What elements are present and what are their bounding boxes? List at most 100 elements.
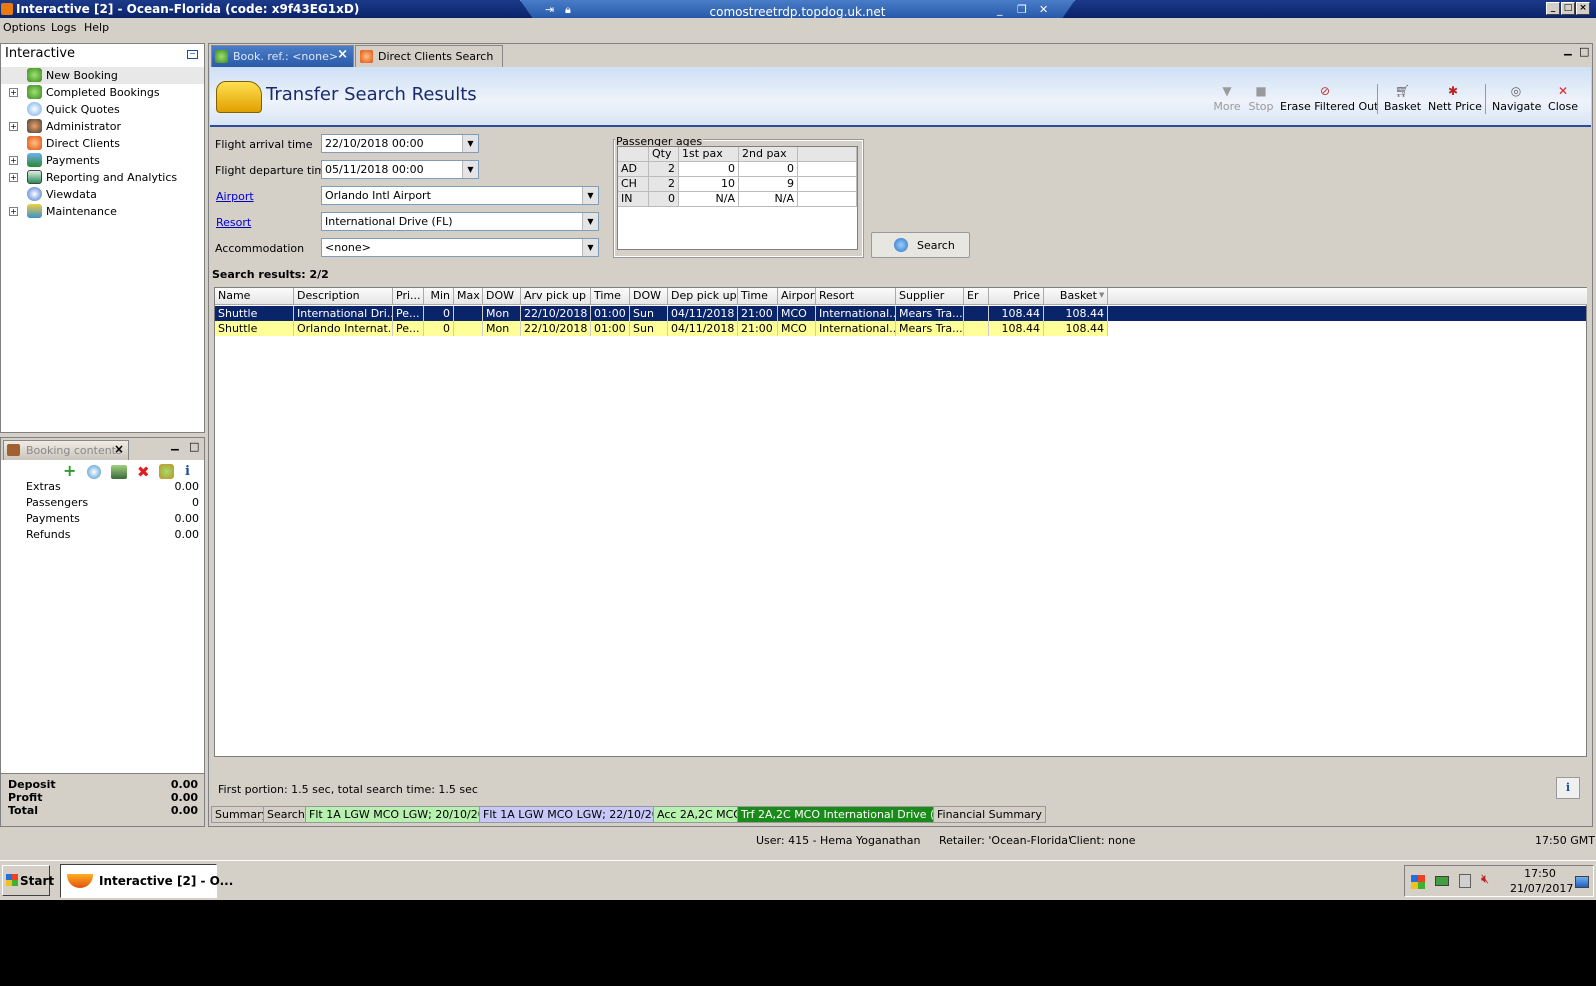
minimize-main-icon[interactable]: ▁ xyxy=(1564,45,1572,56)
col-min[interactable]: Min xyxy=(424,288,454,305)
nav-item-completed-bookings[interactable]: + Completed Bookings xyxy=(1,84,204,101)
device-icon[interactable] xyxy=(1459,874,1471,888)
expand-icon[interactable]: + xyxy=(9,88,18,97)
pax-age-cell[interactable]: N/A xyxy=(739,192,798,207)
add-icon[interactable]: + xyxy=(63,463,76,479)
rdp-restore-button[interactable]: ❐ xyxy=(1017,3,1027,16)
airport-select[interactable]: Orlando Intl Airport ▼ xyxy=(321,186,599,205)
col-time[interactable]: Time xyxy=(591,288,630,305)
pax-age-cell[interactable]: 9 xyxy=(739,177,798,192)
chevron-down-icon[interactable]: ▼ xyxy=(462,135,478,152)
tab-booking-ref[interactable]: Book. ref.: <none> × xyxy=(211,45,354,67)
bottom-tab-accommodation[interactable]: Acc 2A,2C MCO xyxy=(653,806,746,823)
chevron-down-icon[interactable]: ▼ xyxy=(462,161,478,178)
flag-icon[interactable] xyxy=(1411,875,1425,889)
results-grid[interactable]: Name Description Pri... Min Max DOW Arv … xyxy=(214,287,1587,757)
col-dow2[interactable]: DOW xyxy=(630,288,668,305)
close-button[interactable]: ✕ Close xyxy=(1546,84,1580,113)
nett-price-button[interactable]: ✱ Nett Price xyxy=(1428,84,1482,113)
collapse-panel-button[interactable]: − xyxy=(187,50,198,59)
nav-item-new-booking[interactable]: New Booking xyxy=(1,67,204,84)
maximize-panel-icon[interactable]: □ xyxy=(189,440,199,453)
info-button[interactable]: i xyxy=(1556,777,1580,799)
show-desktop-icon[interactable] xyxy=(1575,876,1589,888)
col-time2[interactable]: Time xyxy=(738,288,778,305)
pax-age-cell[interactable]: 0 xyxy=(679,162,739,177)
nav-item-direct-clients[interactable]: Direct Clients xyxy=(1,135,204,152)
nav-item-maintenance[interactable]: + Maintenance xyxy=(1,203,204,220)
bottom-tab-search[interactable]: Search xyxy=(263,806,309,823)
search-button[interactable]: Search xyxy=(871,232,970,258)
col-dep-pickup[interactable]: Dep pick up xyxy=(668,288,738,305)
accommodation-select[interactable]: <none> ▼ xyxy=(321,238,599,257)
col-er[interactable]: Er xyxy=(964,288,989,305)
pax-age-cell[interactable]: N/A xyxy=(679,192,739,207)
col-price-type[interactable]: Pri... xyxy=(393,288,424,305)
bottom-tab-transfer[interactable]: Trf 2A,2C MCO International Drive (FL) xyxy=(737,806,956,823)
tab-direct-clients-search[interactable]: Direct Clients Search xyxy=(355,45,503,67)
col-description[interactable]: Description xyxy=(294,288,393,305)
stop-button[interactable]: ■ Stop xyxy=(1246,84,1276,113)
pax-qty-cell[interactable]: 0 xyxy=(649,192,679,207)
arrival-datetime-field[interactable]: 22/10/2018 00:00 ▼ xyxy=(321,134,479,153)
bottom-tab-financial-summary[interactable]: Financial Summary xyxy=(933,806,1046,823)
nav-item-viewdata[interactable]: Viewdata xyxy=(1,186,204,203)
col-airport[interactable]: Airport xyxy=(778,288,816,305)
navigate-button[interactable]: ◎ Navigate xyxy=(1492,84,1541,113)
chevron-down-icon[interactable]: ▼ xyxy=(582,187,598,204)
menu-logs[interactable]: Logs xyxy=(51,21,76,34)
volume-muted-icon[interactable]: 🔇︎ xyxy=(1481,872,1489,887)
col-max[interactable]: Max xyxy=(454,288,483,305)
network-icon[interactable] xyxy=(1435,876,1449,886)
bottom-tab-flight-1[interactable]: Flt 1A LGW MCO LGW; 20/10/2018 xyxy=(305,806,503,823)
pax-age-cell[interactable] xyxy=(798,177,857,192)
resort-link[interactable]: Resort xyxy=(216,216,251,229)
table-row[interactable]: Shuttle Orlando Internat... Pe... 0 Mon … xyxy=(215,321,1108,336)
start-button[interactable]: Start xyxy=(2,865,54,896)
expand-icon[interactable]: + xyxy=(9,207,18,216)
refresh-icon[interactable] xyxy=(87,465,101,479)
col-resort[interactable]: Resort xyxy=(816,288,896,305)
col-price[interactable]: Price xyxy=(989,288,1044,305)
departure-datetime-field[interactable]: 05/11/2018 00:00 ▼ xyxy=(321,160,479,179)
pax-age-cell[interactable] xyxy=(798,192,857,207)
chevron-down-icon[interactable]: ▼ xyxy=(582,213,598,230)
delete-icon[interactable]: ✖ xyxy=(137,463,150,481)
info-icon[interactable]: i xyxy=(185,464,190,479)
minimize-button[interactable]: _ xyxy=(1546,2,1560,15)
pax-qty-cell[interactable]: 2 xyxy=(649,162,679,177)
close-tab-icon[interactable]: × xyxy=(114,442,124,456)
rdp-minimize-button[interactable]: _ xyxy=(997,3,1003,16)
close-window-button[interactable]: × xyxy=(1576,2,1590,15)
chevron-down-icon[interactable]: ▼ xyxy=(582,239,598,256)
nav-item-administrator[interactable]: + Administrator xyxy=(1,118,204,135)
maximize-button[interactable]: □ xyxy=(1561,2,1575,15)
nav-item-quick-quotes[interactable]: Quick Quotes xyxy=(1,101,204,118)
rdp-close-button[interactable]: ✕ xyxy=(1039,3,1048,16)
booking-contents-tab[interactable]: Booking contents × xyxy=(3,440,129,460)
col-name[interactable]: Name xyxy=(215,288,294,305)
erase-filtered-out-button[interactable]: ⊘ Erase Filtered Out xyxy=(1280,84,1378,113)
col-dow[interactable]: DOW xyxy=(483,288,521,305)
passenger-ages-grid[interactable]: Qty 1st pax 2nd pax AD 2 0 0 CH 2 10 9 I… xyxy=(617,146,858,250)
pax-age-cell[interactable]: 0 xyxy=(739,162,798,177)
close-tab-icon[interactable]: × xyxy=(337,47,348,62)
col-supplier[interactable]: Supplier xyxy=(896,288,964,305)
basket-transfer-icon[interactable] xyxy=(111,465,127,479)
airport-link[interactable]: Airport xyxy=(216,190,254,203)
menu-options[interactable]: Options xyxy=(3,21,45,34)
nav-item-payments[interactable]: + Payments xyxy=(1,152,204,169)
expand-icon[interactable]: + xyxy=(9,122,18,131)
bottom-tab-flight-2[interactable]: Flt 1A LGW MCO LGW; 22/10/2018 xyxy=(479,806,677,823)
pax-age-cell[interactable] xyxy=(798,162,857,177)
maximize-main-icon[interactable]: □ xyxy=(1579,45,1589,58)
expand-icon[interactable]: + xyxy=(9,156,18,165)
more-button[interactable]: ▼ More xyxy=(1212,84,1242,113)
taskbar-item-interactive[interactable]: Interactive [2] - O... xyxy=(60,864,233,898)
menu-help[interactable]: Help xyxy=(84,21,109,34)
table-row[interactable]: Shuttle International Dri... Pe... 0 Mon… xyxy=(215,306,1108,321)
minimize-panel-icon[interactable]: ▁ xyxy=(171,440,179,451)
pax-age-cell[interactable]: 10 xyxy=(679,177,739,192)
nav-item-reporting-analytics[interactable]: + Reporting and Analytics xyxy=(1,169,204,186)
resort-select[interactable]: International Drive (FL) ▼ xyxy=(321,212,599,231)
